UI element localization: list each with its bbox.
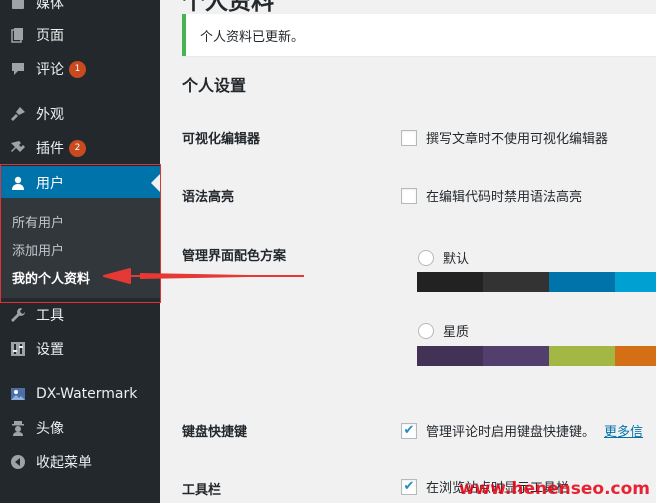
swatch — [483, 346, 549, 366]
profile-updated-notice: 个人资料已更新。 — [182, 14, 656, 56]
collapse-icon — [0, 454, 36, 470]
menu-pages-label: 页面 — [36, 28, 64, 44]
menu-users-label: 用户 — [36, 176, 64, 192]
scheme-midnight-swatches[interactable] — [417, 346, 656, 366]
comment-icon — [0, 61, 36, 77]
more-info-link[interactable]: 更多信 — [604, 421, 643, 440]
keyboard-shortcuts-option[interactable]: ✔ 管理评论时启用键盘快捷键。 更多信 — [401, 421, 643, 440]
scheme-default-swatches[interactable] — [417, 272, 656, 292]
media-icon — [0, 0, 36, 11]
menu-dx-watermark-label: DX-Watermark — [36, 386, 138, 402]
swatch — [417, 346, 483, 366]
site-watermark: www.henenseo.com — [458, 479, 650, 499]
scheme-midnight-option[interactable]: 星质 — [418, 321, 469, 340]
visual-editor-checkbox[interactable] — [401, 129, 417, 146]
scheme-default-radio[interactable] — [418, 249, 434, 266]
menu-tools[interactable]: 工具 — [0, 298, 160, 332]
keyboard-shortcuts-option-text: 管理评论时启用键盘快捷键。 — [426, 425, 596, 440]
page-icon — [0, 27, 36, 43]
swatch — [549, 346, 615, 366]
current-menu-arrow — [151, 174, 160, 192]
syntax-highlight-option[interactable]: 在编辑代码时禁用语法高亮 — [401, 186, 582, 205]
menu-settings[interactable]: 设置 — [0, 332, 160, 366]
menu-plugins-label: 插件 — [36, 141, 64, 157]
menu-collapse[interactable]: 收起菜单 — [0, 445, 160, 479]
menu-comments-label: 评论 — [36, 62, 64, 78]
menu-appearance[interactable]: 外观 — [0, 97, 160, 131]
menu-collapse-label: 收起菜单 — [36, 455, 92, 471]
scheme-midnight-name: 星质 — [443, 325, 470, 340]
user-icon — [0, 175, 36, 191]
plugins-count-badge: 2 — [69, 139, 86, 157]
swatch — [615, 272, 656, 292]
syntax-highlight-checkbox[interactable] — [401, 187, 417, 204]
keyboard-shortcuts-checkbox[interactable]: ✔ — [401, 422, 417, 439]
swatch — [417, 272, 483, 292]
tools-icon — [0, 307, 36, 323]
watermark-icon — [0, 386, 36, 402]
submenu-add-user[interactable]: 添加用户 — [12, 240, 64, 259]
submenu-my-profile[interactable]: 我的个人资料 — [12, 268, 90, 287]
appearance-icon — [0, 106, 36, 122]
syntax-highlight-label: 语法高亮 — [182, 190, 235, 205]
settings-icon — [0, 341, 36, 357]
menu-users[interactable]: 用户 — [0, 166, 160, 200]
menu-appearance-label: 外观 — [36, 107, 64, 123]
notice-text: 个人资料已更新。 — [200, 29, 305, 45]
menu-avatar-label: 头像 — [36, 421, 64, 437]
scheme-midnight-radio[interactable] — [418, 322, 434, 339]
swatch — [549, 272, 615, 292]
toolbar-checkbox[interactable]: ✔ — [401, 478, 417, 495]
plugin-icon — [0, 140, 36, 156]
annotation-arrow-icon — [103, 268, 304, 284]
menu-comments[interactable]: 评论 1 — [0, 52, 160, 86]
menu-dx-watermark[interactable]: DX-Watermark — [0, 377, 160, 411]
menu-avatar[interactable]: 头像 — [0, 411, 160, 445]
personal-settings-heading: 个人设置 — [182, 76, 247, 95]
main-content: 个人资料 个人资料已更新。 个人设置 可视化编辑器 撰写文章时不使用可视化编辑器… — [160, 0, 656, 503]
menu-settings-label: 设置 — [36, 342, 64, 358]
keyboard-shortcuts-label: 键盘快捷键 — [182, 425, 248, 440]
menu-media[interactable]: 媒体 — [0, 0, 160, 20]
visual-editor-option-text: 撰写文章时不使用可视化编辑器 — [426, 132, 609, 147]
menu-tools-label: 工具 — [36, 308, 64, 324]
menu-media-label: 媒体 — [36, 0, 64, 12]
syntax-highlight-option-text: 在编辑代码时禁用语法高亮 — [426, 190, 583, 205]
swatch — [615, 346, 656, 366]
visual-editor-option[interactable]: 撰写文章时不使用可视化编辑器 — [401, 128, 608, 147]
admin-sidebar: 媒体 页面 评论 1 外观 插件 2 用户 所有用户 添加用户 我的个人资料 工… — [0, 0, 160, 503]
submenu-all-users[interactable]: 所有用户 — [12, 212, 64, 231]
menu-plugins[interactable]: 插件 2 — [0, 131, 160, 165]
comments-count-badge: 1 — [69, 60, 86, 78]
swatch — [483, 272, 549, 292]
scheme-default-option[interactable]: 默认 — [418, 248, 469, 267]
scheme-default-name: 默认 — [443, 252, 470, 267]
avatar-icon — [0, 420, 36, 436]
toolbar-label: 工具栏 — [182, 483, 222, 498]
menu-pages[interactable]: 页面 — [0, 18, 160, 52]
visual-editor-label: 可视化编辑器 — [182, 132, 261, 147]
